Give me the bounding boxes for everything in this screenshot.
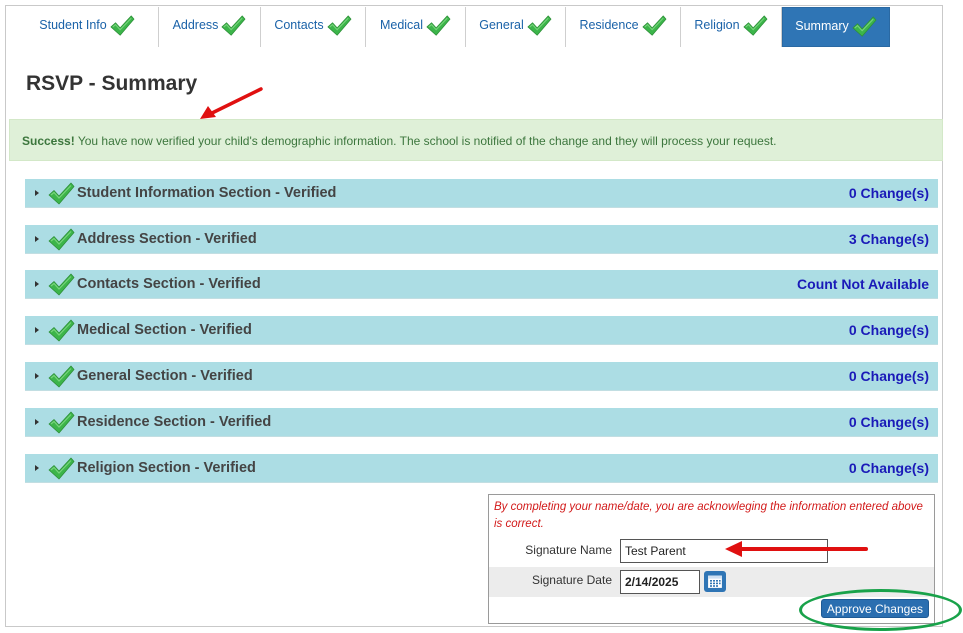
section-general[interactable]: General Section - Verified 0 Change(s) (25, 362, 938, 391)
section-student-information[interactable]: Student Information Section - Verified 0… (25, 179, 938, 208)
signature-date-label: Signature Date (531, 573, 612, 587)
caret-right-icon (35, 190, 39, 196)
caret-right-icon (35, 236, 39, 242)
caret-right-icon (35, 281, 39, 287)
check-icon (220, 14, 246, 38)
tab-religion[interactable]: Religion (681, 7, 782, 47)
check-icon (47, 456, 75, 482)
caret-right-icon (35, 419, 39, 425)
check-icon (47, 181, 75, 207)
section-change-count: 0 Change(s) (848, 414, 929, 430)
section-title: Medical Section - Verified (77, 322, 252, 338)
tab-label: Student Info (39, 18, 107, 32)
check-icon (47, 318, 75, 344)
section-change-count: 0 Change(s) (848, 322, 929, 338)
check-icon (47, 272, 75, 298)
tab-label: General (479, 18, 524, 32)
check-icon (47, 364, 75, 390)
check-icon (47, 410, 75, 436)
check-icon (526, 14, 552, 38)
tab-label: Medical (379, 18, 424, 32)
section-religion[interactable]: Religion Section - Verified 0 Change(s) (25, 454, 938, 483)
annotation-highlight-oval (799, 589, 962, 631)
section-title: Contacts Section - Verified (77, 276, 261, 292)
tab-address[interactable]: Address (159, 7, 261, 47)
calendar-icon (708, 575, 722, 588)
tab-label: Contacts (274, 18, 324, 32)
tab-contacts[interactable]: Contacts (261, 7, 366, 47)
section-title: Address Section - Verified (77, 231, 257, 247)
section-change-count: 0 Change(s) (848, 185, 929, 201)
tab-label: Religion (694, 18, 740, 32)
tab-medical[interactable]: Medical (366, 7, 466, 47)
check-icon (851, 15, 877, 39)
section-change-count: Count Not Available (797, 276, 929, 292)
section-address[interactable]: Address Section - Verified 3 Change(s) (25, 225, 938, 254)
tab-student-info[interactable]: Student Info (16, 7, 159, 47)
tab-residence[interactable]: Residence (566, 7, 681, 47)
signature-notice: By completing your name/date, you are ac… (494, 501, 923, 530)
check-icon (109, 14, 135, 38)
tab-label: Address (172, 18, 219, 32)
tab-summary[interactable]: Summary (782, 7, 890, 47)
alert-strong: Success! (22, 134, 75, 148)
section-title: Religion Section - Verified (77, 460, 256, 476)
tab-label: Summary (795, 19, 849, 33)
rsvp-panel: Student Info Address Contacts Medical Ge… (5, 5, 943, 627)
check-icon (742, 14, 768, 38)
caret-right-icon (35, 373, 39, 379)
caret-right-icon (35, 465, 39, 471)
tab-bar: Student Info Address Contacts Medical Ge… (16, 7, 890, 48)
tab-general[interactable]: General (466, 7, 566, 47)
section-title: General Section - Verified (77, 368, 253, 384)
signature-date-input[interactable] (620, 570, 700, 594)
check-icon (326, 14, 352, 38)
calendar-button[interactable] (704, 571, 726, 592)
page-title: RSVP - Summary (26, 72, 198, 95)
section-contacts[interactable]: Contacts Section - Verified Count Not Av… (25, 270, 938, 299)
success-alert: Success! You have now verified your chil… (9, 119, 943, 161)
section-residence[interactable]: Residence Section - Verified 0 Change(s) (25, 408, 938, 437)
section-title: Student Information Section - Verified (77, 185, 337, 201)
section-change-count: 0 Change(s) (848, 460, 929, 476)
check-icon (47, 227, 75, 253)
check-icon (641, 14, 667, 38)
tab-label: Residence (579, 18, 639, 32)
section-medical[interactable]: Medical Section - Verified 0 Change(s) (25, 316, 938, 345)
section-title: Residence Section - Verified (77, 414, 272, 430)
annotation-arrow-icon (725, 541, 868, 557)
caret-right-icon (35, 327, 39, 333)
alert-message: You have now verified your child's demog… (74, 134, 777, 148)
section-change-count: 3 Change(s) (848, 231, 929, 247)
signature-name-label: Signature Name (525, 543, 612, 557)
section-change-count: 0 Change(s) (848, 368, 929, 384)
check-icon (425, 14, 451, 38)
annotation-arrow-icon (200, 87, 263, 119)
